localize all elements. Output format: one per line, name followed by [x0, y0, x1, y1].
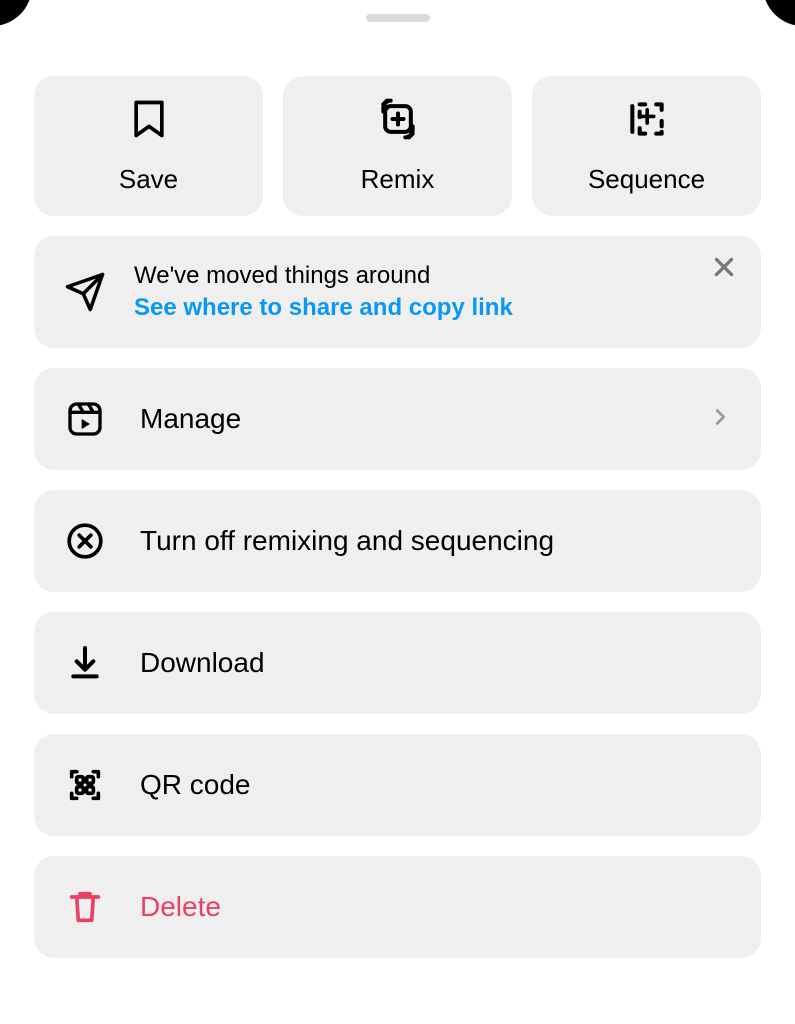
chevron-right-icon	[709, 406, 731, 433]
remix-icon	[376, 97, 420, 146]
manage-item[interactable]: Manage	[34, 368, 761, 470]
turn-off-remix-item[interactable]: Turn off remixing and sequencing	[34, 490, 761, 592]
top-actions-row: Save Remix	[34, 76, 761, 216]
reel-manage-icon	[64, 398, 106, 440]
circle-x-icon	[64, 520, 106, 562]
bookmark-icon	[127, 97, 171, 146]
share-moved-banner[interactable]: We've moved things around See where to s…	[34, 236, 761, 348]
save-label: Save	[119, 164, 178, 195]
delete-item[interactable]: Delete	[34, 856, 761, 958]
save-button[interactable]: Save	[34, 76, 263, 216]
banner-text: We've moved things around See where to s…	[134, 262, 731, 322]
trash-icon	[64, 886, 106, 928]
turn-off-remix-label: Turn off remixing and sequencing	[140, 525, 731, 557]
banner-link[interactable]: See where to share and copy link	[134, 294, 731, 322]
close-icon[interactable]	[711, 254, 737, 280]
send-icon	[64, 271, 106, 313]
sequence-icon	[625, 97, 669, 146]
banner-title: We've moved things around	[134, 262, 731, 290]
remix-button[interactable]: Remix	[283, 76, 512, 216]
remix-label: Remix	[361, 164, 435, 195]
rounded-corner	[0, 0, 32, 26]
menu-list: Manage Turn off remixing and sequencing	[34, 368, 761, 958]
qr-code-icon	[64, 764, 106, 806]
sequence-label: Sequence	[588, 164, 705, 195]
download-icon	[64, 642, 106, 684]
rounded-corner	[763, 0, 795, 26]
download-item[interactable]: Download	[34, 612, 761, 714]
action-sheet: Save Remix	[0, 14, 795, 1024]
download-label: Download	[140, 647, 731, 679]
manage-label: Manage	[140, 403, 675, 435]
qr-code-label: QR code	[140, 769, 731, 801]
delete-label: Delete	[140, 891, 731, 923]
qr-code-item[interactable]: QR code	[34, 734, 761, 836]
sheet-grabber[interactable]	[366, 14, 430, 22]
sequence-button[interactable]: Sequence	[532, 76, 761, 216]
